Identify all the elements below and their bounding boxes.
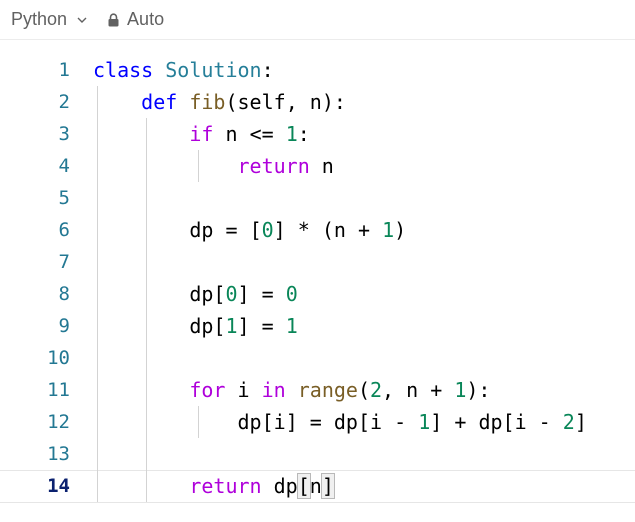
code-line[interactable]: 10 xyxy=(0,342,635,374)
code-line[interactable]: 5 xyxy=(0,182,635,214)
lock-icon xyxy=(108,12,119,26)
line-number: 7 xyxy=(58,251,70,273)
line-number: 9 xyxy=(58,315,70,337)
line-number: 3 xyxy=(58,123,70,145)
indent-guide xyxy=(97,86,98,502)
code-text: if n <= 1: xyxy=(189,122,310,146)
line-number: 8 xyxy=(58,283,70,305)
code-line[interactable]: 2 def fib(self, n): xyxy=(0,86,635,118)
mode-label: Auto xyxy=(127,9,165,29)
code-line[interactable]: 12 dp[i] = dp[i - 1] + dp[i - 2] xyxy=(0,406,635,438)
code-line[interactable]: 13 xyxy=(0,438,635,470)
indent-guide xyxy=(198,406,199,438)
line-number: 6 xyxy=(58,219,70,241)
line-number: 10 xyxy=(47,347,70,369)
line-number: 1 xyxy=(58,59,70,81)
line-number: 2 xyxy=(58,91,70,113)
code-text: dp = [0] * (n + 1) xyxy=(189,218,407,242)
code-text: class Solution: xyxy=(93,58,274,82)
code-line[interactable]: 11 for i in range(2, n + 1): xyxy=(0,374,635,406)
line-number: 4 xyxy=(58,155,70,177)
code-text: dp[0] = 0 xyxy=(189,282,298,306)
language-selector[interactable]: Python xyxy=(11,9,87,30)
indent-guide xyxy=(146,118,147,502)
code-line[interactable]: 6 dp = [0] * (n + 1) xyxy=(0,214,635,246)
code-text: def fib(self, n): xyxy=(141,90,346,114)
line-number: 13 xyxy=(47,443,70,465)
editor-toolbar: Python Auto xyxy=(0,0,635,40)
line-number: 5 xyxy=(58,187,70,209)
code-line[interactable]: 14 return dp[n] xyxy=(0,470,635,503)
language-label: Python xyxy=(11,9,68,29)
code-line[interactable]: 8 dp[0] = 0 xyxy=(0,278,635,310)
code-text: dp[i] = dp[i - 1] + dp[i - 2] xyxy=(237,410,587,434)
code-line[interactable]: 3 if n <= 1: xyxy=(0,118,635,150)
line-number: 14 xyxy=(47,475,70,497)
code-text: return dp[n] xyxy=(189,473,335,499)
code-text: for i in range(2, n + 1): xyxy=(189,378,491,402)
code-line[interactable]: 7 xyxy=(0,246,635,278)
code-text: return n xyxy=(237,154,334,178)
code-text: dp[1] = 1 xyxy=(189,314,298,338)
code-line[interactable]: 9 dp[1] = 1 xyxy=(0,310,635,342)
code-line[interactable]: 4 return n xyxy=(0,150,635,182)
mode-indicator[interactable]: Auto xyxy=(107,9,164,30)
indent-guide xyxy=(198,150,199,182)
line-number: 11 xyxy=(47,379,70,401)
chevron-down-icon xyxy=(77,17,87,23)
code-line[interactable]: 1 class Solution: xyxy=(0,54,635,86)
code-editor[interactable]: 1 class Solution: 2 def fib(self, n): 3 if … xyxy=(0,54,635,522)
line-number: 12 xyxy=(47,411,70,433)
